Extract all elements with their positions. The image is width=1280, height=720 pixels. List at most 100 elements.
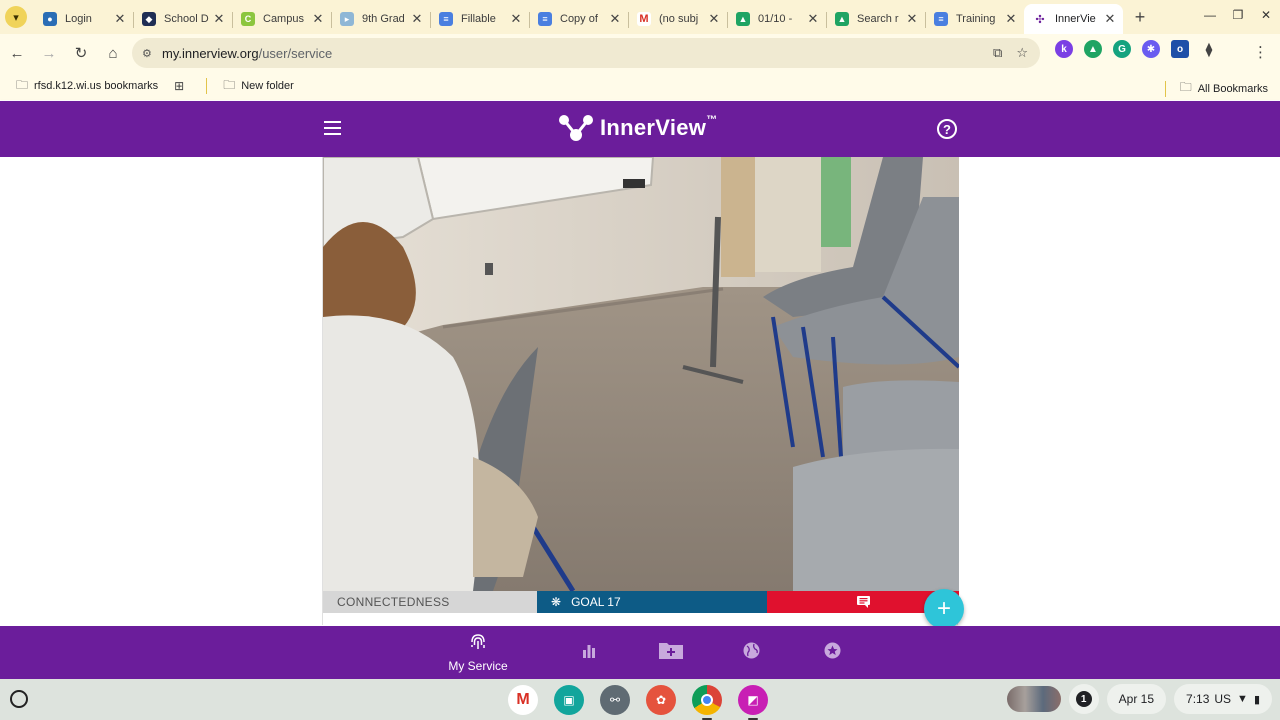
close-icon[interactable]: ✕ <box>212 11 226 27</box>
all-bookmarks-label: All Bookmarks <box>1197 82 1268 95</box>
close-icon[interactable]: ✕ <box>410 11 424 27</box>
innerview-logo-icon <box>559 115 593 141</box>
goal-label: GOAL 17 <box>571 595 621 609</box>
drive-icon: ▲ <box>736 12 750 26</box>
help-icon[interactable]: ? <box>937 119 957 139</box>
paint-app-icon[interactable]: ✿ <box>646 685 676 715</box>
system-status-pill[interactable]: 7:13 US ▼ ▮ <box>1174 684 1272 714</box>
canvas-app-icon[interactable]: ◩ <box>738 685 768 720</box>
bookmark-label: rfsd.k12.wi.us bookmarks <box>34 80 159 92</box>
tab-fillable[interactable]: ≡ Fillable ✕ <box>430 4 529 34</box>
locale-text: US <box>1214 692 1232 706</box>
close-icon[interactable]: ✕ <box>1103 11 1117 27</box>
plus-icon: + <box>936 595 951 622</box>
all-bookmarks[interactable]: 🗀 All Bookmarks <box>1164 78 1268 99</box>
nav-my-service[interactable]: My Service <box>447 626 509 679</box>
outlook-extension-icon[interactable]: o <box>1171 40 1189 58</box>
post-photo[interactable] <box>323 157 959 591</box>
nav-add-folder[interactable] <box>657 626 685 679</box>
tab-copy-of[interactable]: ≡ Copy of ✕ <box>529 4 628 34</box>
drive-extension-icon[interactable]: ▲ <box>1084 40 1102 58</box>
tab-title: 9th Grad <box>362 13 405 25</box>
managed-folder-icon: 🗀 <box>16 77 29 92</box>
close-icon[interactable]: ✕ <box>806 11 820 27</box>
close-icon[interactable]: ✕ <box>608 11 622 27</box>
launcher-icon[interactable] <box>10 690 28 708</box>
slides-icon: ▸ <box>340 12 354 26</box>
docs-icon: ≡ <box>934 12 948 26</box>
os-shelf: M ▣ ⚯ ✿ ◩ 1 Apr 15 7:13 US ▼ ▮ <box>0 679 1280 720</box>
reload-icon[interactable]: ↻ <box>66 38 96 68</box>
fingerprint-icon <box>470 633 486 656</box>
tab-title: 01/10 - <box>758 13 793 25</box>
bookmark-star-icon[interactable]: ☆ <box>1016 45 1028 61</box>
notification-button[interactable]: 1 <box>1068 684 1099 714</box>
innerview-logo[interactable]: InnerView ™ <box>558 114 717 142</box>
nav-stats[interactable] <box>579 626 599 679</box>
minimize-icon[interactable]: — <box>1196 8 1224 22</box>
bookmark-separator <box>206 78 208 94</box>
service-post-card[interactable]: CONNECTEDNESS ❋ GOAL 17 <box>322 157 959 625</box>
back-arrow-icon[interactable]: ← <box>2 38 32 68</box>
brand-trademark: ™ <box>706 114 718 126</box>
tab-search-chevron-icon[interactable]: ▾ <box>5 6 27 28</box>
campus-icon: C <box>241 12 255 26</box>
service-feed: CONNECTEDNESS ❋ GOAL 17 <box>0 157 1280 625</box>
tab-title: InnerVie <box>1055 13 1096 25</box>
nav-globe[interactable] <box>741 626 761 679</box>
tab-school[interactable]: ◆ School D ✕ <box>133 4 232 34</box>
close-icon[interactable]: ✕ <box>707 11 721 27</box>
docs-icon: ≡ <box>439 12 453 26</box>
gmail-app-icon[interactable]: M <box>508 685 538 715</box>
gmail-icon: M <box>637 12 651 26</box>
extensions-puzzle-icon[interactable]: ⧫ <box>1200 40 1218 58</box>
classroom-app-icon[interactable]: ▣ <box>554 685 584 715</box>
close-icon[interactable]: ✕ <box>311 11 325 27</box>
home-icon[interactable]: ⌂ <box>98 38 128 68</box>
tab-9th-grade[interactable]: ▸ 9th Grad ✕ <box>331 4 430 34</box>
new-tab-plus-icon[interactable]: + <box>1127 4 1153 30</box>
add-post-button[interactable]: + <box>924 589 964 629</box>
tab-gmail[interactable]: M (no subj ✕ <box>628 4 727 34</box>
close-icon[interactable]: ✕ <box>509 11 523 27</box>
category-tag[interactable]: CONNECTEDNESS <box>323 591 537 613</box>
goal-tag[interactable]: ❋ GOAL 17 <box>537 591 767 613</box>
address-bar[interactable]: ⚙ my.innerview.org/user/service ⧉ ☆ <box>132 38 1040 68</box>
close-window-icon[interactable]: ✕ <box>1252 8 1280 22</box>
tab-training[interactable]: ≡ Training ✕ <box>925 4 1024 34</box>
install-app-icon[interactable]: ⧉ <box>993 45 1002 61</box>
tab-innerview[interactable]: ✣ InnerVie ✕ <box>1024 4 1123 34</box>
snowflake-extension-icon[interactable]: ✱ <box>1142 40 1160 58</box>
browser-menu-icon[interactable]: ⋮ <box>1253 43 1268 61</box>
hamburger-menu-icon[interactable] <box>324 121 341 135</box>
nav-label: My Service <box>448 658 508 673</box>
nav-favorites[interactable] <box>822 626 842 679</box>
tab-drive-0110[interactable]: ▲ 01/10 - ✕ <box>727 4 826 34</box>
tab-campus[interactable]: C Campus ✕ <box>232 4 331 34</box>
battery-icon: ▮ <box>1253 693 1260 706</box>
holding-space-thumbnails[interactable] <box>1006 686 1061 712</box>
kami-extension-icon[interactable]: k <box>1055 40 1073 58</box>
globe-icon <box>743 642 760 664</box>
bookmark-new-folder[interactable]: 🗀 New folder <box>223 76 294 97</box>
date-text: Apr 15 <box>1118 692 1155 706</box>
school-shield-icon: ◆ <box>142 12 156 26</box>
apps-grid-button[interactable]: ⊞ <box>174 79 190 93</box>
date-pill[interactable]: Apr 15 <box>1106 684 1167 714</box>
folder-icon: 🗀 <box>1179 80 1192 94</box>
tab-drive-search[interactable]: ▲ Search r ✕ <box>826 4 925 34</box>
tab-login[interactable]: ● Login ✕ <box>34 4 133 34</box>
chrome-app-icon[interactable] <box>692 685 722 720</box>
forward-arrow-icon[interactable]: → <box>34 38 64 68</box>
restore-icon[interactable]: ❐ <box>1224 8 1252 22</box>
tab-title: Login <box>65 13 92 25</box>
bookmark-rfsd[interactable]: 🗀 rfsd.k12.wi.us bookmarks <box>16 76 158 97</box>
close-icon[interactable]: ✕ <box>113 11 127 27</box>
grammarly-extension-icon[interactable]: G <box>1113 40 1131 58</box>
close-icon[interactable]: ✕ <box>1004 11 1018 27</box>
site-info-icon[interactable]: ⚙ <box>142 47 156 60</box>
tab-title: Copy of <box>560 13 598 25</box>
sdg-wheel-icon: ❋ <box>551 595 562 609</box>
close-icon[interactable]: ✕ <box>905 11 919 27</box>
link-app-icon[interactable]: ⚯ <box>600 685 630 715</box>
